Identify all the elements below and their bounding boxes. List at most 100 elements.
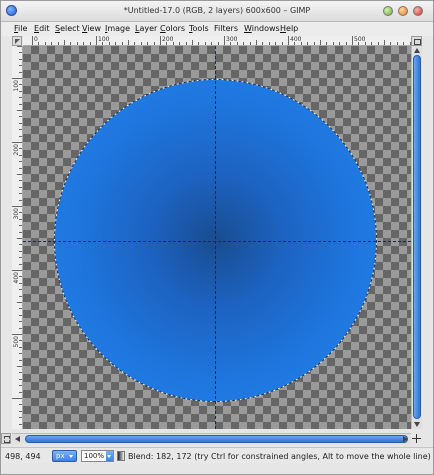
menu-help[interactable]: Help: [280, 24, 298, 33]
ruler-tick: [250, 42, 251, 45]
ruler-tick: [19, 52, 22, 53]
ruler-tick: [19, 200, 22, 201]
ruler-tick: [90, 42, 91, 45]
ruler-tick: [275, 42, 276, 45]
ruler-tick: [19, 187, 22, 188]
ruler-label: 300: [13, 208, 20, 220]
horizontal-guide[interactable]: [23, 241, 411, 242]
ruler-tick: [12, 142, 22, 143]
ruler-tick: [19, 116, 22, 117]
ruler-tick: [19, 360, 22, 361]
ruler-tick: [58, 42, 59, 45]
ruler-tick: [19, 123, 22, 124]
menu-tools[interactable]: Tools: [189, 24, 209, 33]
zoom-selector[interactable]: 100%: [81, 450, 114, 462]
horizontal-scrollbar[interactable]: [12, 433, 411, 444]
status-message: Blend: 182, 172 (try Ctrl for constraine…: [128, 452, 431, 461]
ruler-label: 400: [13, 272, 20, 284]
menu-image[interactable]: Image: [105, 24, 130, 33]
ruler-tick: [128, 40, 129, 45]
ruler-tick: [403, 42, 404, 45]
ruler-tick: [243, 42, 244, 45]
ruler-label: 400: [290, 36, 302, 43]
ruler-tick: [378, 42, 379, 45]
ruler-tick: [307, 42, 308, 45]
ruler-tick: [19, 65, 22, 66]
horizontal-ruler[interactable]: 0 100 200 300 400 500: [23, 36, 411, 46]
ruler-tick: [198, 42, 199, 45]
zoom-to-fit-button[interactable]: [411, 36, 422, 46]
ruler-tick: [19, 72, 22, 73]
vertical-scroll-thumb[interactable]: [413, 55, 421, 419]
ruler-tick: [384, 40, 385, 45]
ruler-tick: [141, 42, 142, 45]
minimize-button[interactable]: [383, 6, 393, 16]
ruler-tick: [19, 379, 22, 380]
ruler-tick: [32, 36, 33, 45]
ruler-tick: [19, 225, 22, 226]
ruler-tick: [333, 42, 334, 45]
ruler-tick: [19, 411, 22, 412]
ruler-tick: [314, 42, 315, 45]
ruler-tick: [45, 42, 46, 45]
menu-bar: File Edit Select View Image Layer Colors…: [1, 22, 433, 36]
ruler-tick: [19, 59, 22, 60]
menu-select[interactable]: Select: [55, 24, 80, 33]
menu-layer[interactable]: Layer: [135, 24, 157, 33]
menu-file[interactable]: File: [14, 24, 27, 33]
vertical-ruler[interactable]: 100 200 300 400 500: [12, 46, 23, 429]
ruler-tick: [83, 42, 84, 45]
ruler-tick: [17, 110, 22, 111]
scroll-right-arrow-icon[interactable]: [403, 436, 408, 442]
close-button[interactable]: [413, 6, 423, 16]
ruler-tick: [154, 42, 155, 45]
ruler-tick: [19, 257, 22, 258]
vertical-scrollbar[interactable]: [411, 46, 422, 429]
ruler-tick: [352, 36, 353, 45]
ruler-label: 300: [226, 36, 238, 43]
ruler-tick: [19, 244, 22, 245]
scroll-down-arrow-icon[interactable]: [414, 422, 420, 427]
ruler-label: 0: [34, 36, 38, 43]
ruler-tick: [19, 296, 22, 297]
chevron-down-icon[interactable]: [106, 451, 113, 461]
ruler-tick: [19, 328, 22, 329]
menu-view[interactable]: View: [82, 24, 101, 33]
ruler-tick: [19, 251, 22, 252]
ruler-tick: [19, 136, 22, 137]
menu-edit[interactable]: Edit: [34, 24, 50, 33]
ruler-tick: [115, 42, 116, 45]
ruler-tick: [282, 42, 283, 45]
ruler-label: 200: [162, 36, 174, 43]
pointer-coordinates: 498, 494: [5, 452, 41, 461]
ruler-tick: [256, 40, 257, 45]
menu-colors[interactable]: Colors: [160, 24, 185, 33]
ruler-tick: [12, 334, 22, 335]
zoom-value: 100%: [83, 452, 104, 460]
ruler-tick: [19, 385, 22, 386]
maximize-button[interactable]: [398, 6, 408, 16]
ruler-tick: [346, 42, 347, 45]
horizontal-scroll-thumb[interactable]: [25, 435, 408, 443]
navigate-icon[interactable]: [411, 433, 422, 444]
menu-windows[interactable]: Windows: [244, 24, 280, 33]
ruler-tick: [19, 308, 22, 309]
unit-selector[interactable]: px: [52, 450, 77, 462]
ruler-tick: [19, 372, 22, 373]
ruler-tick: [19, 321, 22, 322]
ruler-tick: [64, 40, 65, 45]
ruler-tick: [122, 42, 123, 45]
image-canvas[interactable]: [23, 46, 411, 429]
scroll-up-arrow-icon[interactable]: [414, 48, 420, 53]
scroll-left-arrow-icon[interactable]: [15, 436, 20, 442]
ruler-tick: [19, 392, 22, 393]
vertical-guide[interactable]: [215, 46, 216, 429]
ruler-tick: [19, 97, 22, 98]
menu-filters[interactable]: Filters: [214, 24, 238, 33]
ruler-tick: [19, 404, 22, 405]
ruler-tick: [12, 270, 22, 271]
menu-arrow-button[interactable]: [12, 36, 22, 46]
ruler-tick: [19, 315, 22, 316]
quick-mask-toggle[interactable]: [1, 433, 11, 444]
ruler-tick: [390, 42, 391, 45]
